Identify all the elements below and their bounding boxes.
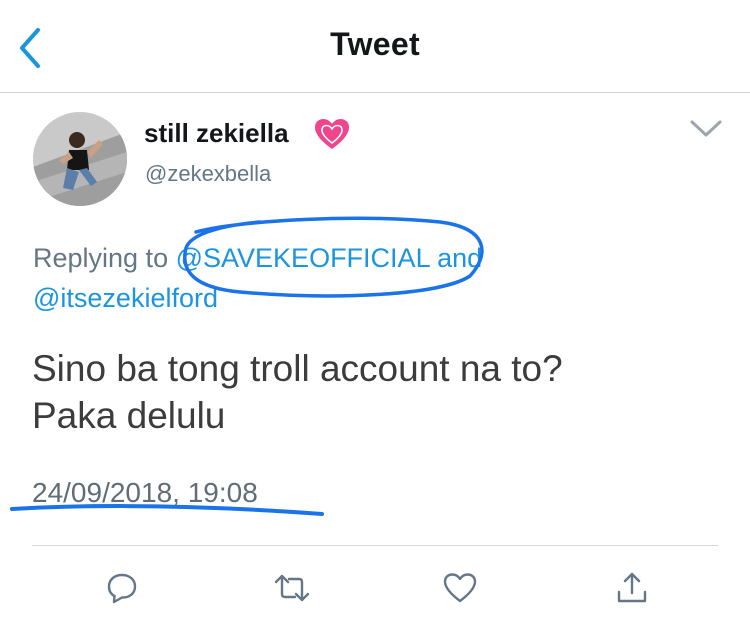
tweet-timestamp: 24/09/2018, 19:08 <box>32 477 258 508</box>
annotation-overlay <box>10 216 484 516</box>
heart-emoji-icon <box>312 116 352 152</box>
heart-icon <box>443 573 477 603</box>
retweet-icon <box>274 574 310 602</box>
page-title: Tweet <box>330 26 420 62</box>
replying-to-label: Replying to <box>33 243 169 273</box>
more-options-button[interactable] <box>688 116 724 140</box>
share-icon <box>617 572 647 603</box>
mention-link[interactable]: @SAVEKEOFFICIAL <box>176 243 430 273</box>
tweet-text-line: Sino ba tong troll account na to? <box>32 348 563 389</box>
tweet-text: Sino ba tong troll account na to? Paka d… <box>32 345 712 439</box>
like-button[interactable] <box>440 568 480 608</box>
replying-to-and: and <box>437 243 483 273</box>
replying-to-line-2: @itsezekielford <box>33 283 218 314</box>
tweet-action-bar <box>0 558 750 618</box>
user-handle[interactable]: @zekexbella <box>145 161 271 187</box>
navigation-bar: Tweet <box>0 0 750 93</box>
replying-to-line: Replying to @SAVEKEOFFICIAL and <box>33 243 482 274</box>
display-name[interactable]: still zekiella <box>144 118 289 149</box>
divider <box>32 545 718 546</box>
chevron-down-icon <box>690 120 722 137</box>
reply-button[interactable] <box>102 568 142 608</box>
tweet-text-line: Paka delulu <box>32 395 226 436</box>
retweet-button[interactable] <box>272 568 312 608</box>
avatar[interactable] <box>33 112 127 206</box>
share-button[interactable] <box>612 568 652 608</box>
mention-link[interactable]: @itsezekielford <box>33 283 218 313</box>
avatar-photo <box>33 112 127 206</box>
comment-icon <box>107 573 137 604</box>
